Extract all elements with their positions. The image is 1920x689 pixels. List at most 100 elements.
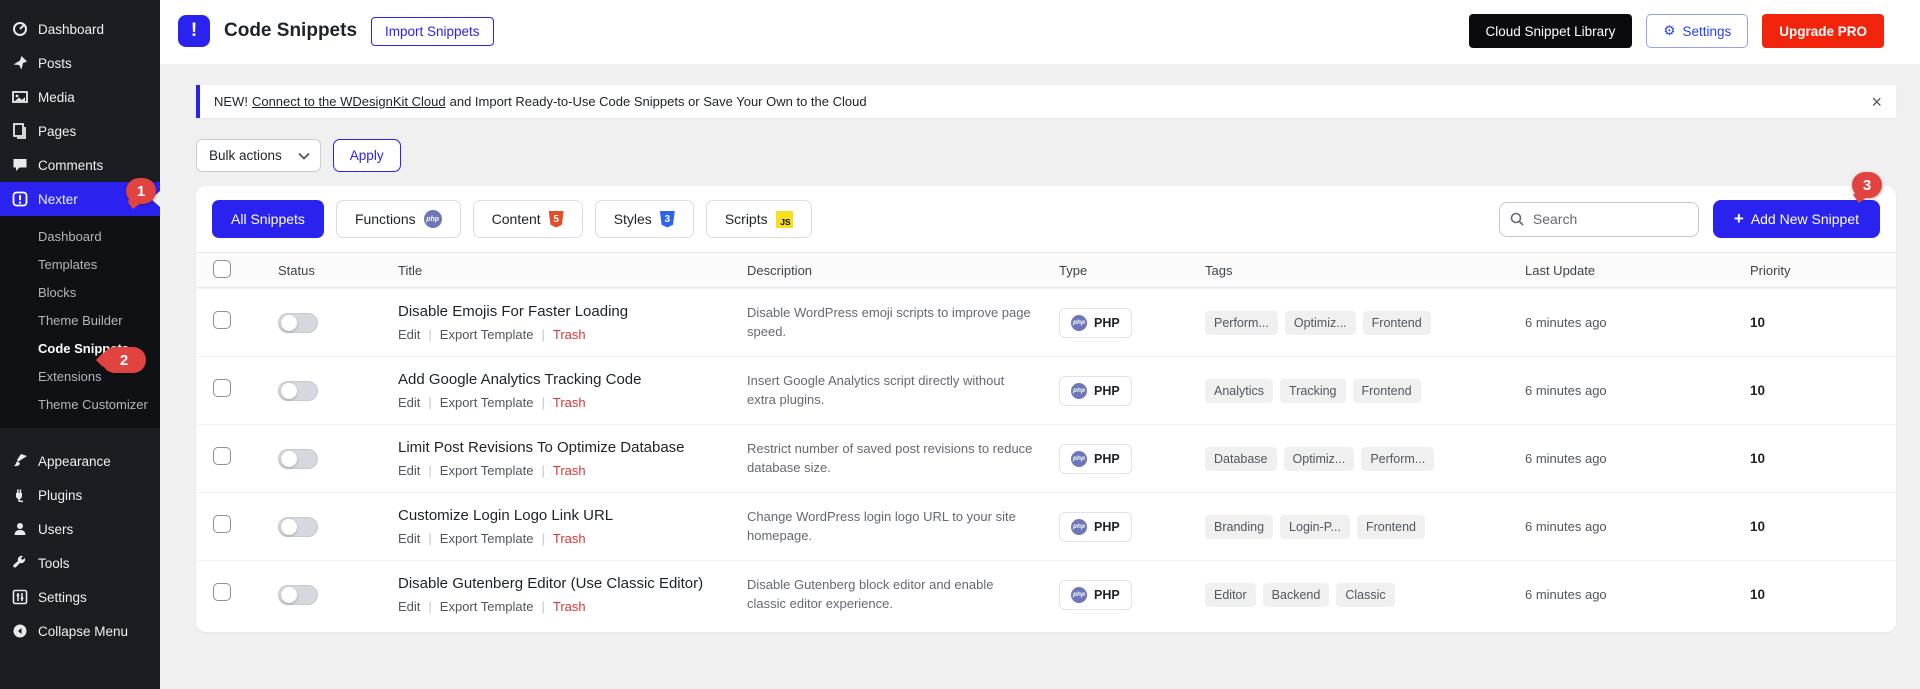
sidebar-item-label: Users (38, 521, 74, 537)
export-template-link[interactable]: Export Template (440, 599, 534, 614)
sidebar-item-media[interactable]: Media (0, 80, 160, 114)
trash-link[interactable]: Trash (553, 599, 586, 614)
submenu-item-theme-builder[interactable]: Theme Builder (0, 306, 160, 334)
tags-cell: Database Optimiz... Perform... (1205, 446, 1525, 471)
tag: Optimiz... (1284, 310, 1356, 335)
row-checkbox[interactable] (213, 515, 231, 533)
edit-link[interactable]: Edit (398, 395, 420, 410)
select-all-checkbox[interactable] (213, 259, 231, 278)
php-icon: php (1071, 382, 1087, 399)
trash-link[interactable]: Trash (553, 327, 586, 342)
submenu-item-templates[interactable]: Templates (0, 250, 160, 278)
edit-link[interactable]: Edit (398, 463, 420, 478)
cloud-notice-banner: NEW! Connect to the WDesignKit Cloud and… (196, 85, 1896, 118)
snippet-title[interactable]: Customize Login Logo Link URL (398, 507, 735, 524)
status-toggle[interactable] (278, 380, 318, 401)
row-checkbox[interactable] (213, 447, 231, 465)
export-template-link[interactable]: Export Template (440, 327, 534, 342)
snippet-tabs-row: All Snippets Functions php Content 5 Sty… (196, 186, 1896, 252)
tag: Frontend (1356, 514, 1425, 539)
export-template-link[interactable]: Export Template (440, 531, 534, 546)
snippets-card: All Snippets Functions php Content 5 Sty… (196, 186, 1896, 632)
sidebar-item-tools[interactable]: Tools (0, 546, 160, 580)
tab-all-snippets[interactable]: All Snippets (212, 200, 324, 238)
table-row: Customize Login Logo Link URL Edit | Expo… (196, 492, 1896, 560)
tab-content[interactable]: Content 5 (472, 200, 583, 238)
apply-button[interactable]: Apply (332, 139, 401, 172)
submenu-item-blocks[interactable]: Blocks (0, 278, 160, 306)
row-actions: Edit | Export Template | Trash (398, 531, 586, 546)
row-actions: Edit | Export Template | Trash (398, 599, 586, 614)
snippet-title[interactable]: Limit Post Revisions To Optimize Databas… (398, 439, 735, 456)
status-toggle[interactable] (278, 448, 318, 469)
admin-sidebar: Dashboard Posts Media Pages Comments Nex… (0, 0, 160, 689)
settings-button[interactable]: ⚙ Settings (1646, 14, 1749, 48)
sidebar-item-appearance[interactable]: Appearance (0, 444, 160, 478)
tag: Optimiz... (1283, 446, 1355, 471)
export-template-link[interactable]: Export Template (440, 395, 534, 410)
snippet-description: Change WordPress login logo URL to your … (747, 508, 1016, 543)
row-actions: Edit | Export Template | Trash (398, 463, 586, 478)
edit-link[interactable]: Edit (398, 599, 420, 614)
tab-functions[interactable]: Functions php (335, 200, 461, 238)
tag: Perform... (1361, 446, 1435, 471)
trash-link[interactable]: Trash (553, 531, 586, 546)
snippet-title[interactable]: Disable Emojis For Faster Loading (398, 303, 735, 320)
priority-value: 10 (1750, 587, 1766, 602)
row-checkbox[interactable] (213, 311, 231, 329)
status-toggle[interactable] (278, 312, 318, 333)
js-icon: JS (775, 210, 793, 228)
type-badge: php PHP (1059, 579, 1132, 610)
search-input[interactable] (1530, 210, 1681, 228)
status-toggle[interactable] (278, 516, 318, 537)
submenu-item-dashboard[interactable]: Dashboard (0, 222, 160, 250)
snippet-title[interactable]: Add Google Analytics Tracking Code (398, 371, 735, 388)
gear-icon: ⚙ (1663, 23, 1676, 38)
priority-value: 10 (1750, 451, 1766, 466)
edit-link[interactable]: Edit (398, 531, 420, 546)
export-template-link[interactable]: Export Template (440, 463, 534, 478)
sidebar-item-plugins[interactable]: Plugins (0, 478, 160, 512)
sidebar-item-collapse-menu[interactable]: Collapse Menu (0, 614, 160, 648)
last-update: 6 minutes ago (1525, 315, 1607, 330)
tab-styles[interactable]: Styles 3 (594, 200, 694, 238)
pushpin-icon (13, 56, 27, 70)
close-icon[interactable]: × (1871, 93, 1882, 111)
tag: Frontend (1352, 378, 1421, 403)
add-new-snippet-button[interactable]: + Add New Snippet (1712, 200, 1880, 238)
cloud-snippet-library-button[interactable]: Cloud Snippet Library (1468, 14, 1633, 48)
sidebar-item-comments[interactable]: Comments (0, 148, 160, 182)
sidebar-item-posts[interactable]: Posts (0, 46, 160, 80)
sidebar-item-users[interactable]: Users (0, 512, 160, 546)
trash-link[interactable]: Trash (553, 463, 586, 478)
column-last-update: Last Update (1525, 262, 1596, 278)
sidebar-item-label: Appearance (38, 453, 111, 469)
import-snippets-button[interactable]: Import Snippets (371, 16, 494, 46)
submenu-item-theme-customizer[interactable]: Theme Customizer (0, 390, 160, 418)
column-priority: Priority (1750, 262, 1791, 278)
table-row: Disable Gutenberg Editor (Use Classic Ed… (196, 560, 1896, 628)
tab-scripts[interactable]: Scripts JS (705, 200, 812, 238)
comment-icon (13, 159, 27, 171)
sidebar-item-pages[interactable]: Pages (0, 114, 160, 148)
code-snippets-icon: ! (178, 15, 210, 47)
table-row: Disable Emojis For Faster Loading Edit | … (196, 288, 1896, 356)
trash-link[interactable]: Trash (553, 395, 586, 410)
sidebar-item-dashboard[interactable]: Dashboard (0, 12, 160, 46)
sidebar-item-label: Plugins (38, 487, 83, 503)
upgrade-pro-button[interactable]: Upgrade PRO (1762, 14, 1884, 48)
row-checkbox[interactable] (213, 379, 231, 397)
last-update: 6 minutes ago (1525, 587, 1607, 602)
column-tags: Tags (1205, 262, 1233, 278)
column-status: Status (278, 262, 315, 278)
snippet-title[interactable]: Disable Gutenberg Editor (Use Classic Ed… (398, 575, 735, 592)
edit-link[interactable]: Edit (398, 327, 420, 342)
tag: Backend (1262, 582, 1330, 607)
table-row: Limit Post Revisions To Optimize Databas… (196, 424, 1896, 492)
tag: Classic (1336, 582, 1395, 607)
status-toggle[interactable] (278, 584, 318, 605)
sidebar-item-settings[interactable]: Settings (0, 580, 160, 614)
row-checkbox[interactable] (213, 583, 231, 601)
wdesignkit-cloud-link[interactable]: Connect to the WDesignKit Cloud (252, 94, 446, 109)
bulk-actions-select[interactable]: Bulk actions (196, 139, 321, 172)
